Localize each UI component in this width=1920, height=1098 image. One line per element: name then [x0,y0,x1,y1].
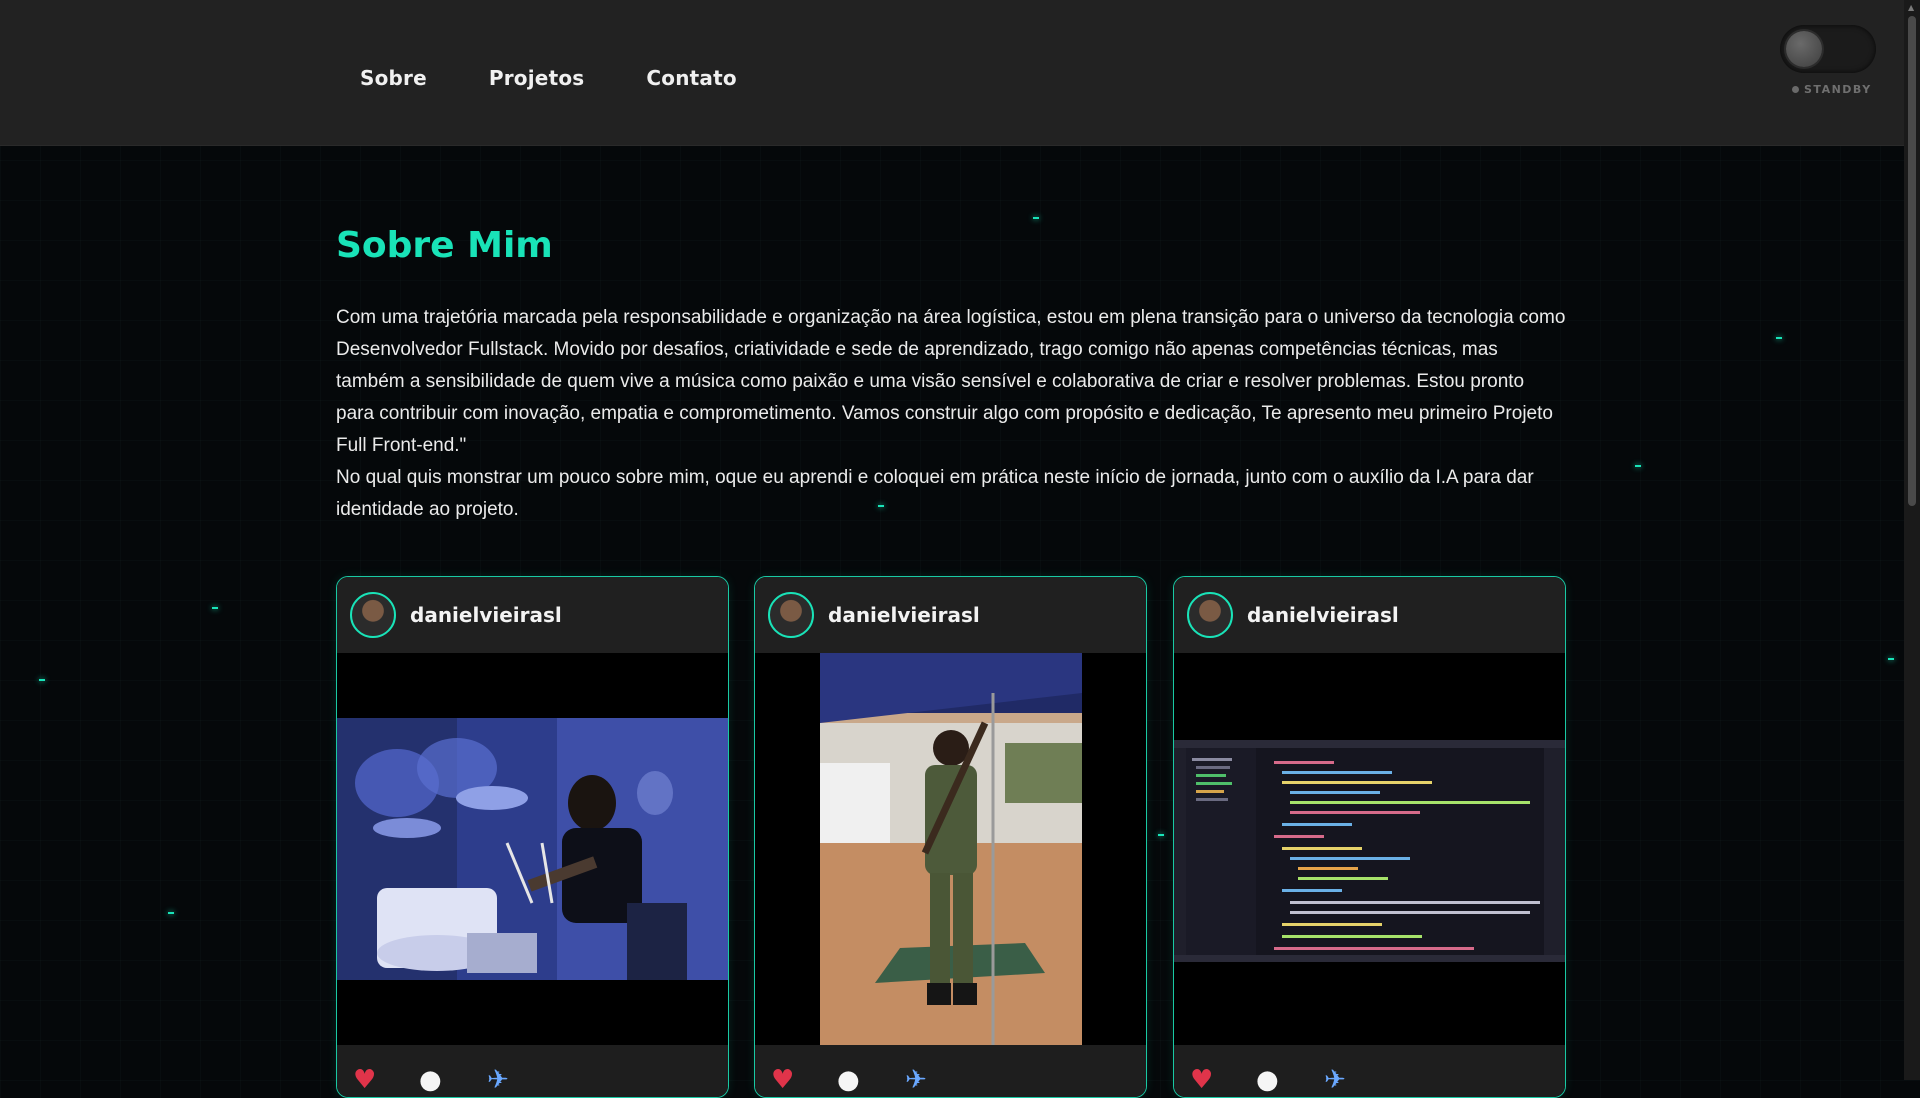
comment-icon[interactable]: ● [1256,1065,1279,1095]
post-card[interactable]: danielvieirasl ♥ ● ✈ [754,576,1147,1098]
post-header: danielvieirasl [337,577,728,653]
avatar[interactable] [768,592,814,638]
status-label: STANDBY [1804,83,1872,96]
post-username[interactable]: danielvieirasl [1247,603,1399,627]
sparkle-decoration [212,607,218,609]
comment-icon[interactable]: ● [837,1065,860,1095]
sparkle-decoration [1158,834,1164,836]
post-actions: ♥ ● ✈ [755,1045,1146,1097]
status-dot-icon [1792,86,1799,93]
post-header: danielvieirasl [1174,577,1565,653]
status-indicator: STANDBY [1792,83,1872,96]
post-image-soldier[interactable] [755,653,1146,1045]
post-header: danielvieirasl [755,577,1146,653]
nav-link-sobre[interactable]: Sobre [360,66,427,90]
share-icon[interactable]: ✈ [487,1065,509,1095]
section-title: Sobre Mim [336,225,553,266]
sparkle-decoration [1033,217,1039,219]
scroll-up-arrow-icon[interactable]: ▲ [1908,3,1914,12]
nav-link-projetos[interactable]: Projetos [489,66,585,90]
power-toggle[interactable] [1780,25,1876,73]
sparkle-decoration [168,912,174,914]
share-icon[interactable]: ✈ [905,1065,927,1095]
avatar[interactable] [350,592,396,638]
scrollbar-thumb[interactable] [1908,16,1916,506]
sparkle-decoration [1776,337,1782,339]
code-editor-image [1174,653,1565,1045]
heart-icon[interactable]: ♥ [771,1065,794,1095]
post-image-code-editor[interactable] [1174,653,1565,1045]
post-image-drummer[interactable] [337,653,728,1045]
sparkle-decoration [39,679,45,681]
sparkle-decoration [1888,658,1894,660]
drummer-image [337,653,728,1045]
avatar[interactable] [1187,592,1233,638]
soldier-image [755,653,1146,1045]
about-paragraph: No qual quis monstrar um pouco sobre mim… [336,467,1534,520]
post-actions: ♥ ● ✈ [1174,1045,1565,1097]
about-text: Com uma trajetória marcada pela responsa… [336,302,1566,526]
page-scrollbar[interactable]: ▲ [1904,0,1920,1080]
sparkle-decoration [1635,465,1641,467]
post-actions: ♥ ● ✈ [337,1045,728,1097]
post-card[interactable]: danielvieirasl ♥ ● ✈ [336,576,729,1098]
post-card[interactable]: danielvieirasl ♥ ● ✈ [1173,576,1566,1098]
heart-icon[interactable]: ♥ [1190,1065,1213,1095]
about-paragraph: Com uma trajetória marcada pela responsa… [336,307,1566,456]
share-icon[interactable]: ✈ [1324,1065,1346,1095]
top-bar: Sobre Projetos Contato STANDBY [0,0,1904,146]
comment-icon[interactable]: ● [419,1065,442,1095]
heart-icon[interactable]: ♥ [353,1065,376,1095]
post-username[interactable]: danielvieirasl [410,603,562,627]
toggle-knob[interactable] [1786,31,1822,67]
nav-link-contato[interactable]: Contato [646,66,736,90]
post-username[interactable]: danielvieirasl [828,603,980,627]
main-nav: Sobre Projetos Contato [360,66,737,90]
